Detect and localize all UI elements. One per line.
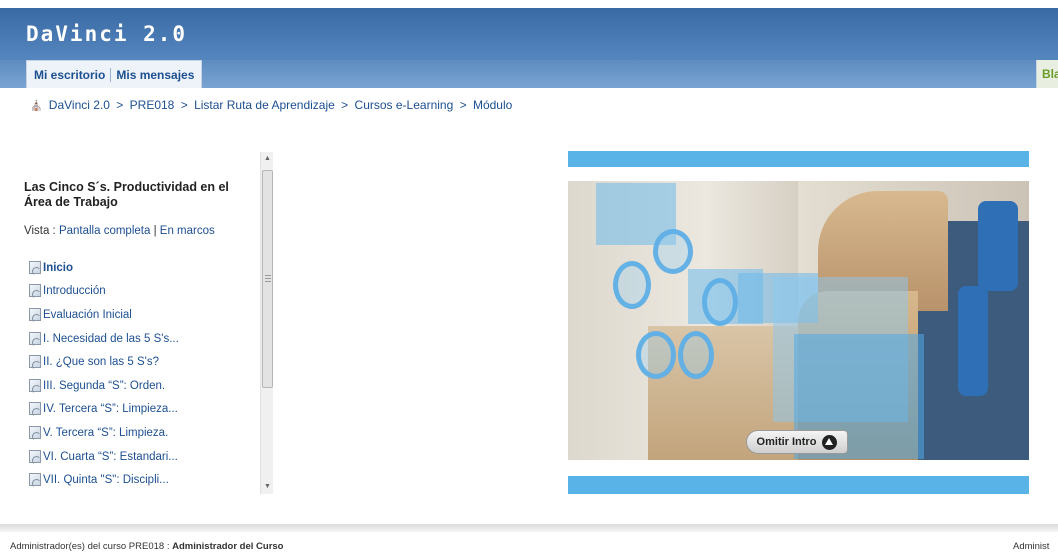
breadcrumb-separator: > [459, 98, 467, 112]
document-icon [28, 355, 43, 371]
overlay-ring [613, 261, 651, 309]
tab-right-truncated[interactable]: Bla [1036, 60, 1058, 88]
view-mode-separator: | [153, 225, 157, 237]
breadcrumb-pre018[interactable]: PRE018 [130, 98, 175, 112]
toc-item-label: III. Segunda “S”: Orden. [43, 379, 166, 392]
toc-list: Inicio Introducción Evaluación Inicial I… [28, 256, 179, 492]
toc-content: Las Cinco S´s. Productividad en el Área … [24, 152, 258, 494]
document-icon [28, 425, 43, 441]
tab-bar: Mi escritorio Mis mensajes Bla [0, 60, 1058, 88]
toc-item-label: Introducción [43, 285, 106, 298]
view-frames-link[interactable]: En marcos [160, 225, 215, 237]
view-fullscreen-link[interactable]: Pantalla completa [59, 225, 150, 237]
breadcrumb-cursos-elearning[interactable]: Cursos e-Learning [355, 98, 454, 112]
view-mode-selector: Vista : Pantalla completa | En marcos [24, 225, 215, 237]
toc-item-label: V. Tercera “S”: Limpieza. [43, 426, 169, 439]
overlay-ring [678, 331, 714, 379]
toc-item[interactable]: Inicio [28, 256, 179, 280]
course-toc-panel: Las Cinco S´s. Productividad en el Área … [24, 152, 273, 494]
document-icon [28, 331, 43, 347]
document-icon [28, 378, 43, 394]
tab-divider [110, 67, 112, 82]
header: DaVinci 2.0 Mi escritorio Mis mensajes B… [0, 0, 1058, 88]
scroll-up-arrow-icon[interactable]: ▲ [261, 152, 274, 166]
footer-admin-name: Administrador del Curso [172, 541, 284, 552]
breadcrumb-separator: > [180, 98, 188, 112]
skip-intro-button[interactable]: Omitir Intro [746, 430, 848, 454]
toc-item-label: II. ¿Que son las 5 S's? [43, 356, 159, 369]
toc-item-label: I. Necesidad de las 5 S's... [43, 332, 179, 345]
tab-mis-mensajes[interactable]: Mis mensajes [113, 68, 197, 82]
document-icon [28, 284, 43, 300]
document-icon [28, 402, 43, 418]
document-icon [28, 307, 43, 323]
scroll-down-arrow-icon[interactable]: ▼ [261, 480, 274, 494]
breadcrumb-modulo[interactable]: Módulo [473, 98, 512, 112]
breadcrumb-separator: > [341, 98, 349, 112]
footer-right-text: Administ [1013, 541, 1050, 552]
toc-item[interactable]: Evaluación Inicial [28, 303, 179, 327]
toc-scrollbar[interactable]: ▲ ▼ [260, 152, 273, 494]
toc-item[interactable]: VI. Cuarta “S”: Estandari... [28, 445, 179, 469]
tab-mi-escritorio[interactable]: Mi escritorio [31, 68, 108, 82]
player-top-band [568, 167, 1029, 181]
intro-animation-frame: Omitir Intro [568, 181, 1029, 460]
footer-divider [0, 524, 1058, 532]
toc-item-label: Inicio [43, 261, 74, 274]
breadcrumb: ⛪ DaVinci 2.0 > PRE018 > Listar Ruta de … [30, 98, 512, 112]
scene-chair [958, 286, 988, 396]
breadcrumb-separator: > [116, 98, 124, 112]
overlay-ring [653, 229, 693, 274]
document-icon [28, 449, 43, 465]
grip-icon [265, 275, 271, 282]
overlay-ring [636, 331, 676, 379]
header-banner: DaVinci 2.0 [0, 8, 1058, 60]
toc-item[interactable]: IV. Tercera “S”: Limpieza... [28, 398, 179, 422]
footer-admins: Administrador(es) del curso PRE018 : Adm… [10, 541, 283, 552]
toc-item[interactable]: V. Tercera “S”: Limpieza. [28, 421, 179, 445]
toc-item[interactable]: III. Segunda “S”: Orden. [28, 374, 179, 398]
toc-item-label: VII. Quinta "S": Discipli... [43, 474, 169, 487]
view-mode-label: Vista : [24, 225, 56, 237]
toc-item[interactable]: I. Necesidad de las 5 S's... [28, 327, 179, 351]
document-icon [28, 260, 43, 276]
player-bottom-band [568, 460, 1029, 476]
toc-item-label: VI. Cuarta “S”: Estandari... [43, 450, 178, 463]
breadcrumb-davinci[interactable]: DaVinci 2.0 [49, 98, 110, 112]
scene-chair [978, 201, 1018, 291]
breadcrumb-listar-ruta[interactable]: Listar Ruta de Aprendizaje [194, 98, 335, 112]
home-icon: ⛪ [30, 101, 43, 112]
skip-intro-label: Omitir Intro [756, 436, 817, 448]
footer-prefix: Administrador(es) del curso PRE018 : [10, 541, 170, 552]
course-title: Las Cinco S´s. Productividad en el Área … [24, 180, 229, 209]
document-icon [28, 473, 43, 489]
scroll-thumb[interactable] [262, 170, 273, 388]
toc-item-label: IV. Tercera “S”: Limpieza... [43, 403, 178, 416]
tabs: Mi escritorio Mis mensajes [26, 60, 203, 88]
toc-item-label: Evaluación Inicial [43, 308, 132, 321]
overlay-ring [702, 278, 738, 326]
intro-video-player[interactable]: Omitir Intro [568, 151, 1029, 494]
toc-item[interactable]: Introducción [28, 280, 179, 304]
toc-item[interactable]: II. ¿Que son las 5 S's? [28, 350, 179, 374]
toc-item[interactable]: VII. Quinta "S": Discipli... [28, 468, 179, 492]
eject-icon [822, 434, 838, 450]
app-title: DaVinci 2.0 [26, 22, 188, 46]
